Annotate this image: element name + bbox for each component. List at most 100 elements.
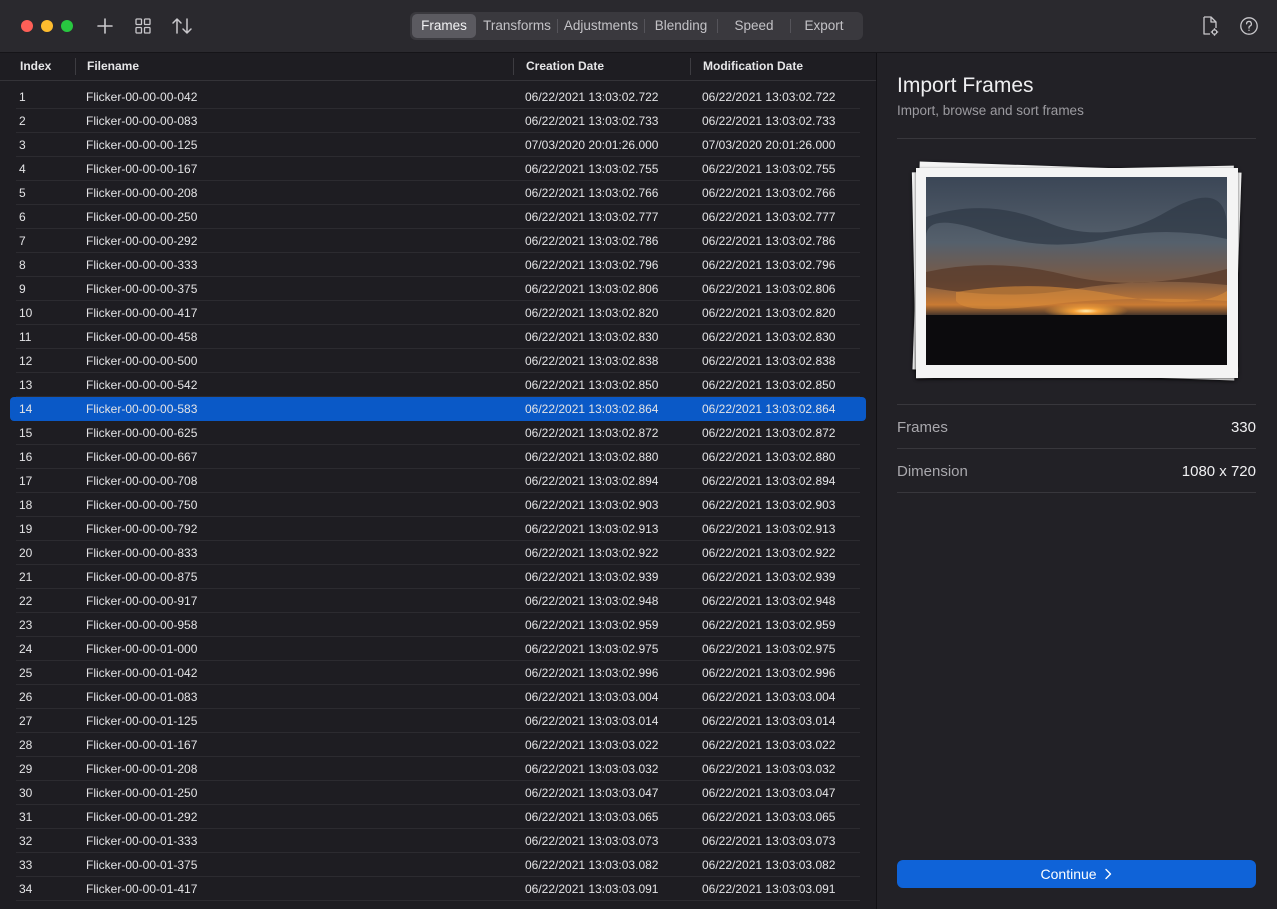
table-row[interactable]: 20 Flicker-00-00-00-833 06/22/2021 13:03:0… [0, 541, 876, 565]
table-row[interactable]: 31 Flicker-00-00-01-292 06/22/2021 13:03:0… [0, 805, 876, 829]
cell-creation-date: 06/22/2021 13:03:02.722 [525, 90, 659, 104]
table-row[interactable]: 21 Flicker-00-00-00-875 06/22/2021 13:03:0… [0, 565, 876, 589]
cell-modification-date: 06/22/2021 13:03:03.065 [702, 810, 836, 824]
cell-index: 21 [19, 570, 33, 584]
table-row[interactable]: 2 Flicker-00-00-00-083 06/22/2021 13:03:02… [0, 109, 876, 133]
cell-index: 26 [19, 690, 33, 704]
cell-filename: Flicker-00-00-00-375 [86, 282, 198, 296]
table-row[interactable]: 13 Flicker-00-00-00-542 06/22/2021 13:03:0… [0, 373, 876, 397]
table-row[interactable]: 3 Flicker-00-00-00-125 07/03/2020 20:01:26… [0, 133, 876, 157]
cell-creation-date: 06/22/2021 13:03:03.091 [525, 882, 659, 896]
cell-creation-date: 06/22/2021 13:03:02.894 [525, 474, 659, 488]
cell-creation-date: 06/22/2021 13:03:02.903 [525, 498, 659, 512]
cell-index: 1 [19, 90, 26, 104]
cell-index: 29 [19, 762, 33, 776]
cell-filename: Flicker-00-00-00-667 [86, 450, 198, 464]
table-row[interactable]: 34 Flicker-00-00-01-417 06/22/2021 13:03:0… [0, 877, 876, 901]
cell-creation-date: 06/22/2021 13:03:02.939 [525, 570, 659, 584]
sunset-thumbnail [926, 177, 1227, 365]
table-row[interactable]: 12 Flicker-00-00-00-500 06/22/2021 13:03:0… [0, 349, 876, 373]
cell-filename: Flicker-00-00-00-917 [86, 594, 198, 608]
cell-index: 30 [19, 786, 33, 800]
table-row[interactable]: 4 Flicker-00-00-00-167 06/22/2021 13:03:02… [0, 157, 876, 181]
table-row[interactable]: 30 Flicker-00-00-01-250 06/22/2021 13:03:0… [0, 781, 876, 805]
column-header-index[interactable]: Index [20, 53, 51, 80]
cell-modification-date: 06/22/2021 13:03:02.872 [702, 426, 836, 440]
cell-index: 13 [19, 378, 33, 392]
tab-speed[interactable]: Speed [718, 14, 790, 38]
tab-frames[interactable]: Frames [412, 14, 476, 38]
table-row[interactable]: 18 Flicker-00-00-00-750 06/22/2021 13:03:0… [0, 493, 876, 517]
tab-transforms[interactable]: Transforms [477, 14, 557, 38]
table-row[interactable]: 7 Flicker-00-00-00-292 06/22/2021 13:03:02… [0, 229, 876, 253]
panel-title: Import Frames [897, 74, 1034, 97]
table-row[interactable]: 23 Flicker-00-00-00-958 06/22/2021 13:03:0… [0, 613, 876, 637]
cell-creation-date: 07/03/2020 20:01:26.000 [525, 138, 659, 152]
cell-modification-date: 06/22/2021 13:03:02.894 [702, 474, 836, 488]
table-row[interactable]: 26 Flicker-00-00-01-083 06/22/2021 13:03:0… [0, 685, 876, 709]
column-divider[interactable] [75, 58, 76, 75]
cell-modification-date: 06/22/2021 13:03:02.733 [702, 114, 836, 128]
document-settings-icon[interactable] [1198, 14, 1222, 38]
tab-blending[interactable]: Blending [645, 14, 717, 38]
table-row[interactable]: 24 Flicker-00-00-01-000 06/22/2021 13:03:0… [0, 637, 876, 661]
table-row[interactable]: 32 Flicker-00-00-01-333 06/22/2021 13:03:0… [0, 829, 876, 853]
table-row[interactable]: 10 Flicker-00-00-00-417 06/22/2021 13:03:0… [0, 301, 876, 325]
cell-modification-date: 06/22/2021 13:03:02.850 [702, 378, 836, 392]
table-row[interactable]: 1 Flicker-00-00-00-042 06/22/2021 13:03:02… [0, 85, 876, 109]
continue-button[interactable]: Continue [897, 860, 1256, 888]
cell-index: 17 [19, 474, 33, 488]
cell-index: 5 [19, 186, 26, 200]
table-row[interactable]: 6 Flicker-00-00-00-250 06/22/2021 13:03:02… [0, 205, 876, 229]
column-divider[interactable] [690, 58, 691, 75]
cell-modification-date: 06/22/2021 13:03:02.922 [702, 546, 836, 560]
cell-modification-date: 06/22/2021 13:03:02.939 [702, 570, 836, 584]
cell-modification-date: 06/22/2021 13:03:03.047 [702, 786, 836, 800]
table-row[interactable]: 8 Flicker-00-00-00-333 06/22/2021 13:03:02… [0, 253, 876, 277]
cell-index: 10 [19, 306, 33, 320]
column-divider[interactable] [513, 58, 514, 75]
sort-icon[interactable] [170, 14, 194, 38]
cell-creation-date: 06/22/2021 13:03:03.047 [525, 786, 659, 800]
column-header-modification-date[interactable]: Modification Date [703, 53, 803, 80]
add-icon[interactable] [93, 14, 117, 38]
table-row[interactable]: 17 Flicker-00-00-00-708 06/22/2021 13:03:0… [0, 469, 876, 493]
cell-modification-date: 06/22/2021 13:03:03.082 [702, 858, 836, 872]
zoom-window-button[interactable] [61, 20, 73, 32]
help-icon[interactable] [1237, 14, 1261, 38]
cell-filename: Flicker-00-00-00-792 [86, 522, 198, 536]
column-header-filename[interactable]: Filename [87, 53, 139, 80]
cell-index: 2 [19, 114, 26, 128]
cell-filename: Flicker-00-00-01-167 [86, 738, 198, 752]
cell-creation-date: 06/22/2021 13:03:02.766 [525, 186, 659, 200]
cell-creation-date: 06/22/2021 13:03:03.004 [525, 690, 659, 704]
table-row[interactable]: 25 Flicker-00-00-01-042 06/22/2021 13:03:0… [0, 661, 876, 685]
table-body: 1 Flicker-00-00-00-042 06/22/2021 13:03:02… [0, 85, 876, 901]
tab-export[interactable]: Export [791, 14, 857, 38]
table-row[interactable]: 28 Flicker-00-00-01-167 06/22/2021 13:03:0… [0, 733, 876, 757]
table-row[interactable]: 15 Flicker-00-00-00-625 06/22/2021 13:03:0… [0, 421, 876, 445]
table-row[interactable]: 27 Flicker-00-00-01-125 06/22/2021 13:03:0… [0, 709, 876, 733]
cell-filename: Flicker-00-00-01-208 [86, 762, 198, 776]
frames-count-label: Frames [897, 419, 948, 436]
cell-creation-date: 06/22/2021 13:03:03.022 [525, 738, 659, 752]
close-window-button[interactable] [21, 20, 33, 32]
table-row[interactable]: 22 Flicker-00-00-00-917 06/22/2021 13:03:0… [0, 589, 876, 613]
grid-icon[interactable] [131, 14, 155, 38]
table-row[interactable]: 19 Flicker-00-00-00-792 06/22/2021 13:03:0… [0, 517, 876, 541]
table-row[interactable]: 9 Flicker-00-00-00-375 06/22/2021 13:03:02… [0, 277, 876, 301]
tab-adjustments[interactable]: Adjustments [558, 14, 644, 38]
table-row[interactable]: 33 Flicker-00-00-01-375 06/22/2021 13:03:0… [0, 853, 876, 877]
table-row[interactable]: 16 Flicker-00-00-00-667 06/22/2021 13:03:0… [0, 445, 876, 469]
cell-creation-date: 06/22/2021 13:03:02.820 [525, 306, 659, 320]
table-row[interactable]: 11 Flicker-00-00-00-458 06/22/2021 13:03:0… [0, 325, 876, 349]
table-row[interactable]: 29 Flicker-00-00-01-208 06/22/2021 13:03:0… [0, 757, 876, 781]
cell-index: 23 [19, 618, 33, 632]
column-header-creation-date[interactable]: Creation Date [526, 53, 604, 80]
minimize-window-button[interactable] [41, 20, 53, 32]
cell-filename: Flicker-00-00-01-333 [86, 834, 198, 848]
table-row[interactable]: 14 Flicker-00-00-00-583 06/22/2021 13:03:0… [0, 397, 876, 421]
cell-index: 31 [19, 810, 33, 824]
cell-creation-date: 06/22/2021 13:03:02.838 [525, 354, 659, 368]
table-row[interactable]: 5 Flicker-00-00-00-208 06/22/2021 13:03:02… [0, 181, 876, 205]
